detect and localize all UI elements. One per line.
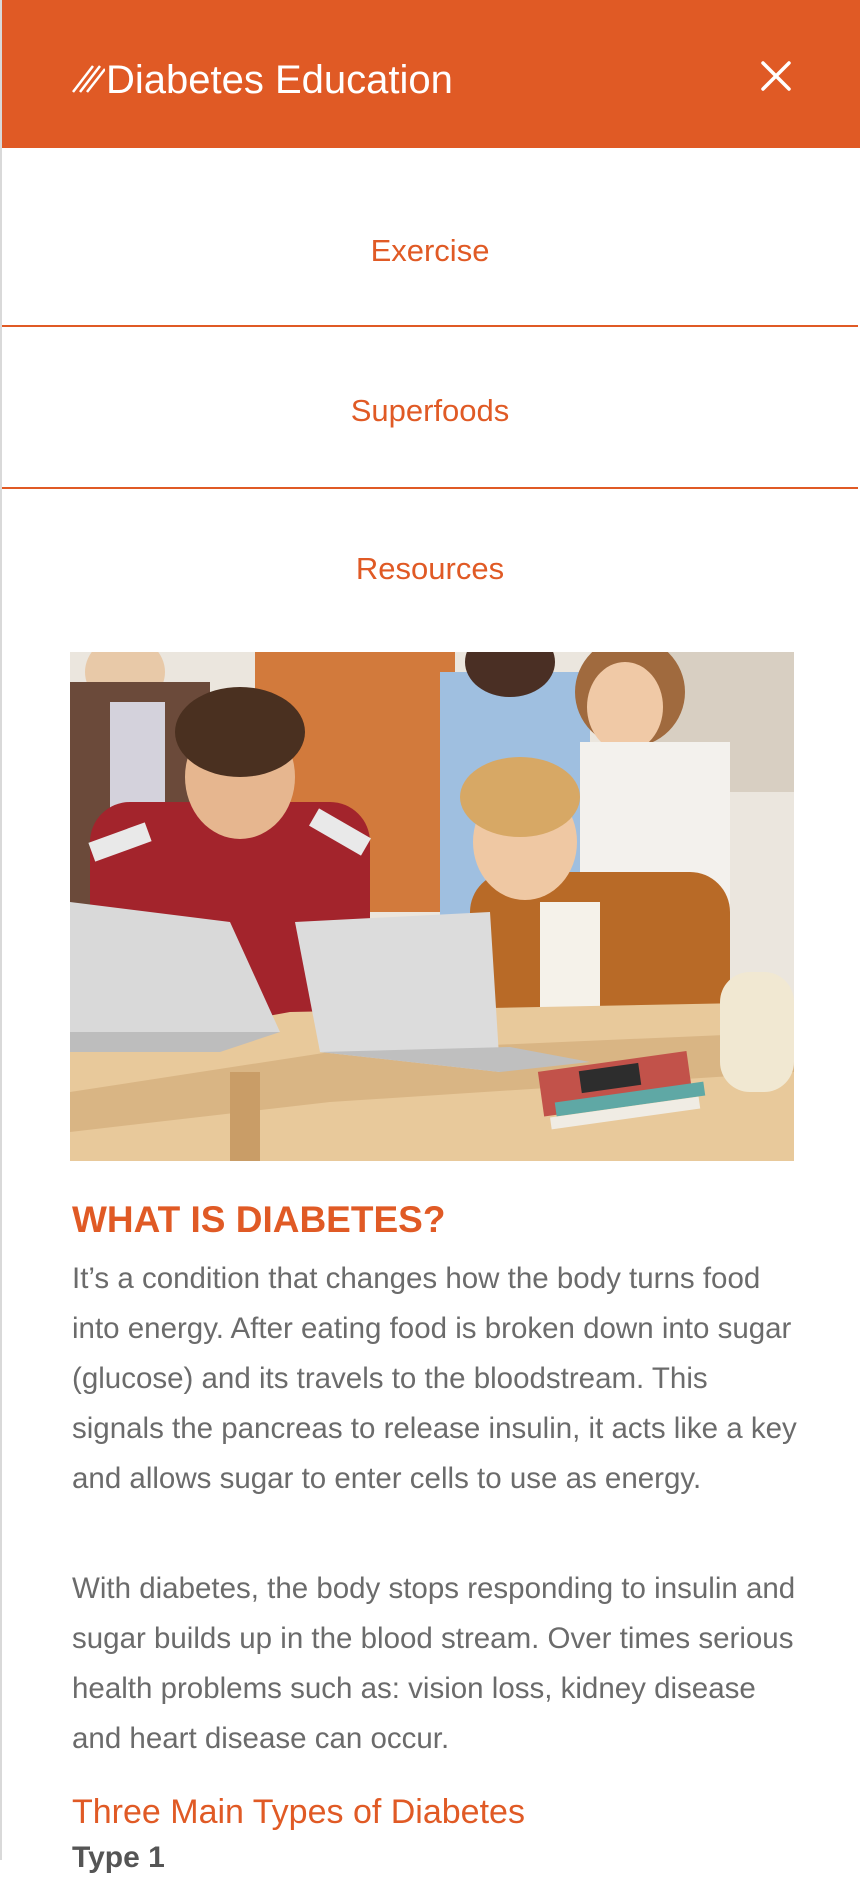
nav-divider	[2, 487, 858, 489]
nav-divider	[2, 325, 858, 327]
hero-image	[70, 652, 794, 1161]
nav-item-resources[interactable]: Resources	[2, 549, 858, 589]
app-title: Diabetes Education	[106, 58, 453, 102]
paragraph: It’s a condition that changes how the bo…	[72, 1262, 797, 1495]
section-subtitle: Three Main Types of Diabetes	[72, 1793, 525, 1831]
paragraph: With diabetes, the body stops responding…	[72, 1572, 796, 1755]
students-with-laptops-photo	[70, 652, 794, 1161]
app-header: Diabetes Education	[2, 0, 860, 148]
close-icon[interactable]	[758, 58, 794, 94]
nav-item-exercise[interactable]: Exercise	[2, 231, 858, 271]
type-heading: Type 1	[72, 1841, 165, 1874]
section-title: WHAT IS DIABETES?	[72, 1199, 446, 1240]
slash-lines-icon	[72, 65, 105, 93]
nav-item-superfoods[interactable]: Superfoods	[2, 391, 858, 431]
